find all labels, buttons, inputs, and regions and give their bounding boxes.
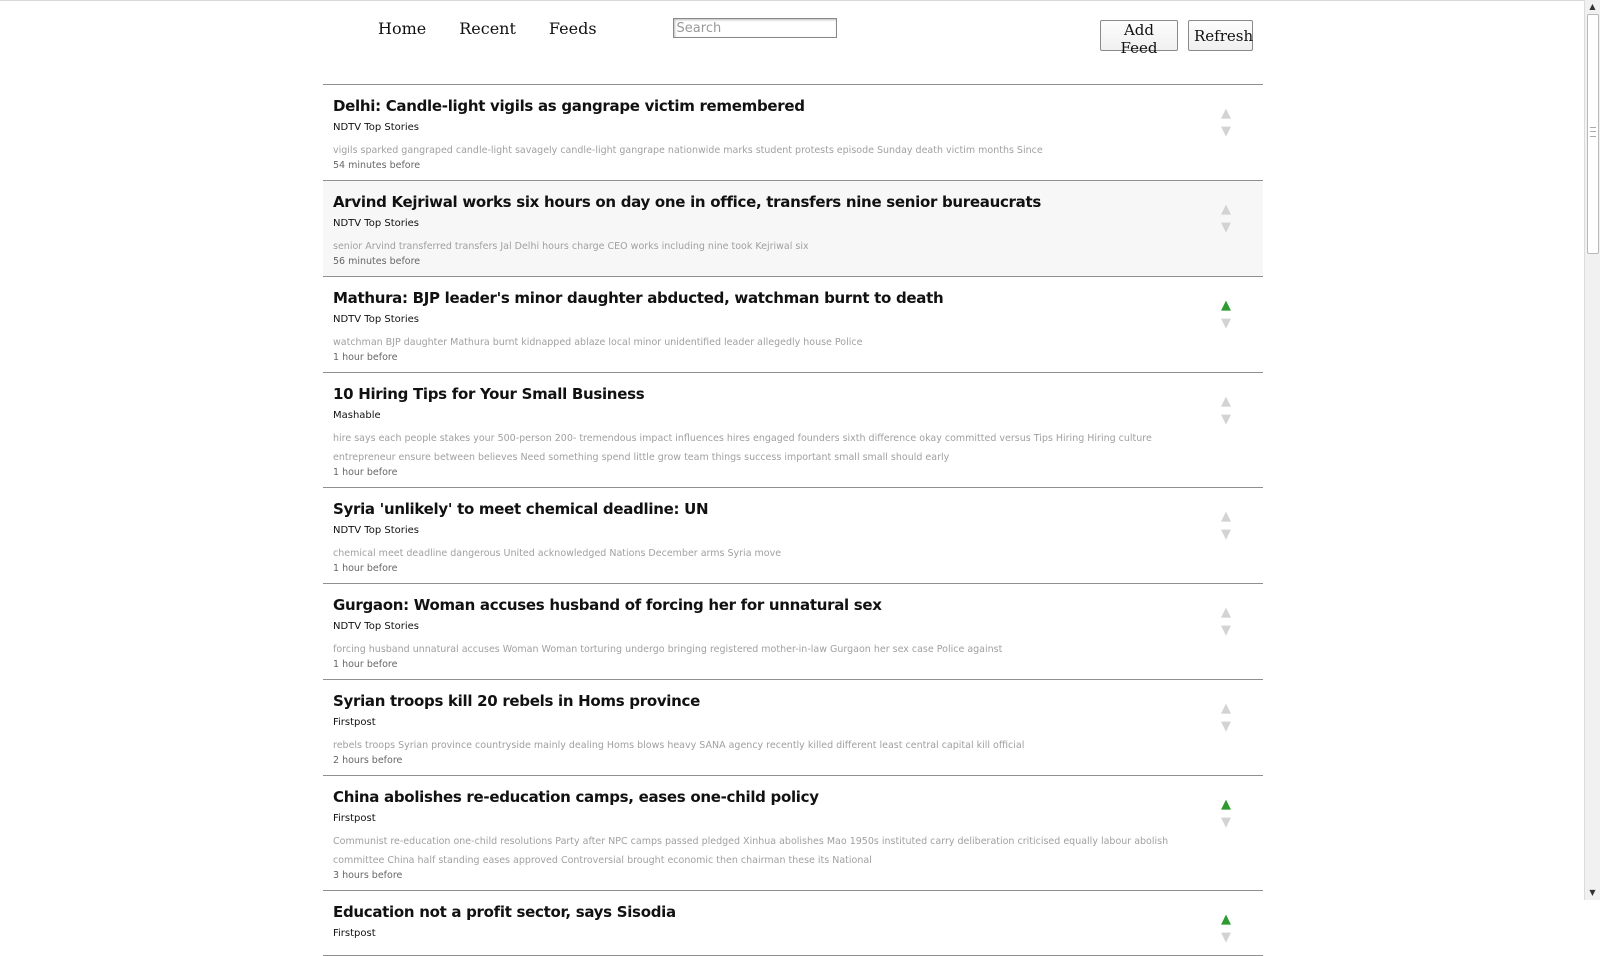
item-time: 3 hours before: [333, 870, 403, 881]
feed-item: Syria 'unlikely' to meet chemical deadli…: [323, 488, 1263, 584]
grip-icon: [1590, 127, 1596, 137]
downvote-arrow-icon[interactable]: ▼: [1221, 622, 1231, 640]
downvote-arrow-icon[interactable]: ▼: [1221, 315, 1231, 333]
item-title[interactable]: Delhi: Candle-light vigils as gangrape v…: [333, 95, 1183, 117]
downvote-arrow-icon[interactable]: ▼: [1221, 718, 1231, 736]
refresh-button[interactable]: Refresh: [1188, 20, 1253, 51]
item-keywords: chemical meet deadline dangerous United …: [333, 548, 782, 559]
item-time: 2 hours before: [333, 755, 403, 766]
item-time: 54 minutes before: [333, 160, 421, 171]
scroll-up-arrow-icon[interactable]: ▲: [1585, 0, 1600, 14]
item-source: NDTV Top Stories: [333, 314, 420, 325]
feed-item: China abolishes re-education camps, ease…: [323, 776, 1263, 891]
item-source: Firstpost: [333, 717, 376, 728]
add-feed-button[interactable]: Add Feed: [1100, 20, 1178, 57]
downvote-arrow-icon[interactable]: ▼: [1221, 929, 1231, 947]
item-keywords: vigils sparked gangraped candle-light sa…: [333, 145, 1043, 156]
item-keywords: watchman BJP daughter Mathura burnt kidn…: [333, 337, 863, 348]
item-title[interactable]: Education not a profit sector, says Siso…: [333, 901, 1183, 923]
item-source: Firstpost: [333, 813, 376, 824]
item-title[interactable]: Syria 'unlikely' to meet chemical deadli…: [333, 498, 1183, 520]
feed-item: Syrian troops kill 20 rebels in Homs pro…: [323, 680, 1263, 776]
item-title[interactable]: Mathura: BJP leader's minor daughter abd…: [333, 287, 1183, 309]
vote-controls: ▲ ▼: [1218, 508, 1234, 544]
vote-controls: ▲ ▼: [1218, 297, 1234, 333]
top-border: [0, 0, 1585, 1]
item-source: NDTV Top Stories: [333, 122, 420, 133]
scrollbar-thumb[interactable]: [1587, 14, 1599, 254]
main-nav: Home Recent Feeds: [378, 18, 837, 38]
feed-item: Education not a profit sector, says Siso…: [323, 891, 1263, 956]
vote-controls: ▲ ▼: [1218, 911, 1234, 947]
upvote-arrow-icon[interactable]: ▲: [1221, 604, 1231, 622]
downvote-arrow-icon[interactable]: ▼: [1221, 123, 1231, 141]
vertical-scrollbar[interactable]: ▲ ▼: [1584, 0, 1600, 900]
item-time: 1 hour before: [333, 352, 398, 363]
item-source: NDTV Top Stories: [333, 218, 420, 229]
item-title[interactable]: China abolishes re-education camps, ease…: [333, 786, 1183, 808]
vote-controls: ▲ ▼: [1218, 393, 1234, 429]
nav-feeds-link[interactable]: Feeds: [549, 19, 597, 38]
item-time: 1 hour before: [333, 563, 398, 574]
vote-controls: ▲ ▼: [1218, 604, 1234, 640]
feed-item: 10 Hiring Tips for Your Small Business M…: [323, 373, 1263, 488]
vote-controls: ▲ ▼: [1218, 105, 1234, 141]
search-input[interactable]: [672, 18, 837, 38]
feed-item: Delhi: Candle-light vigils as gangrape v…: [323, 85, 1263, 181]
feed-item: Mathura: BJP leader's minor daughter abd…: [323, 277, 1263, 373]
upvote-arrow-icon[interactable]: ▲: [1221, 911, 1231, 929]
feed-list: Delhi: Candle-light vigils as gangrape v…: [323, 84, 1263, 956]
item-time: 56 minutes before: [333, 256, 421, 267]
upvote-arrow-icon[interactable]: ▲: [1221, 796, 1231, 814]
item-title[interactable]: Arvind Kejriwal works six hours on day o…: [333, 191, 1183, 213]
item-keywords: Communist re-education one-child resolut…: [333, 836, 1169, 866]
scroll-down-arrow-icon[interactable]: ▼: [1585, 886, 1600, 900]
item-source: Firstpost: [333, 928, 376, 939]
item-source: Mashable: [333, 410, 381, 421]
downvote-arrow-icon[interactable]: ▼: [1221, 411, 1231, 429]
vote-controls: ▲ ▼: [1218, 201, 1234, 237]
nav-recent-link[interactable]: Recent: [459, 19, 516, 38]
upvote-arrow-icon[interactable]: ▲: [1221, 508, 1231, 526]
downvote-arrow-icon[interactable]: ▼: [1221, 219, 1231, 237]
item-keywords: rebels troops Syrian province countrysid…: [333, 740, 1025, 751]
upvote-arrow-icon[interactable]: ▲: [1221, 700, 1231, 718]
item-source: NDTV Top Stories: [333, 525, 420, 536]
item-title[interactable]: 10 Hiring Tips for Your Small Business: [333, 383, 1183, 405]
feed-item: Arvind Kejriwal works six hours on day o…: [323, 181, 1263, 277]
item-time: 1 hour before: [333, 467, 398, 478]
item-keywords: senior Arvind transferred transfers Jal …: [333, 241, 809, 252]
item-time: 1 hour before: [333, 659, 398, 670]
vote-controls: ▲ ▼: [1218, 700, 1234, 736]
upvote-arrow-icon[interactable]: ▲: [1221, 201, 1231, 219]
nav-home-link[interactable]: Home: [378, 19, 426, 38]
feed-item: Gurgaon: Woman accuses husband of forcin…: [323, 584, 1263, 680]
item-title[interactable]: Syrian troops kill 20 rebels in Homs pro…: [333, 690, 1183, 712]
downvote-arrow-icon[interactable]: ▼: [1221, 526, 1231, 544]
item-source: NDTV Top Stories: [333, 621, 420, 632]
upvote-arrow-icon[interactable]: ▲: [1221, 105, 1231, 123]
vote-controls: ▲ ▼: [1218, 796, 1234, 832]
item-keywords: forcing husband unnatural accuses Woman …: [333, 644, 1003, 655]
upvote-arrow-icon[interactable]: ▲: [1221, 393, 1231, 411]
downvote-arrow-icon[interactable]: ▼: [1221, 814, 1231, 832]
item-title[interactable]: Gurgaon: Woman accuses husband of forcin…: [333, 594, 1183, 616]
item-keywords: hire says each people stakes your 500-pe…: [333, 433, 1152, 463]
upvote-arrow-icon[interactable]: ▲: [1221, 297, 1231, 315]
